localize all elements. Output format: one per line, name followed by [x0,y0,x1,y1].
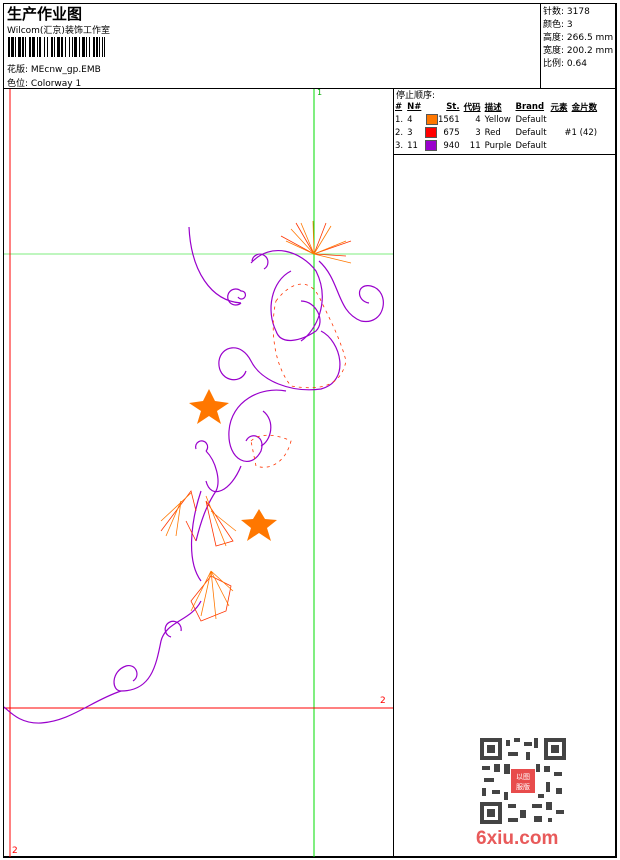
row-stitches: 1561 [437,115,460,125]
table-row: 3. 11 940 11 Purple Default [393,139,599,152]
info-width: 宽度: 200.2 mm [543,45,614,58]
info-scale: 比例: 0.64 [543,58,614,71]
row-code: 4 [475,114,481,125]
green-guide-label: 1 [317,88,323,97]
info-label: 宽度: [543,46,565,56]
col-sequins: 金片数 [571,102,598,113]
info-value: 3 [566,20,573,30]
col-description: 描述 [484,102,502,113]
col-code: 代码 [463,102,481,113]
barcode-bar [105,37,106,57]
watermark-text: 6xiu.com [476,828,559,849]
row-description: Purple [484,140,512,151]
col-element: 元素 [550,102,568,113]
qr-code: 以图 服版 [480,738,566,827]
design-info: 针数: 3178 颜色: 3 高度: 266.5 mm 宽度: 200.2 mm… [540,3,617,89]
design-value: MEcnw_gp.EMB [30,65,101,75]
table-row: 1. 4 1561 4 Yellow Default [393,113,599,126]
info-label: 针数: [543,7,565,17]
info-label: 颜色: [543,20,565,30]
info-height: 高度: 266.5 mm [543,32,614,45]
row-brand: Default [515,127,547,138]
row-needle: 3 [407,127,413,138]
stop-sequence-table: # N# St. 代码 描述 Brand 元素 金片数 1. 4 1561 4 … [393,100,599,152]
col-needle: N# [407,101,422,112]
col-stitches: St. [446,101,460,112]
red-guide-label-bottom: 2 [12,846,18,856]
info-value: 200.2 mm [566,46,614,56]
row-needle: 11 [407,140,418,151]
col-brand: Brand [515,101,545,112]
color-swatch [425,127,438,138]
info-value: 266.5 mm [566,33,614,43]
row-description: Yellow [484,114,511,125]
company-name: Wilcom(汇京)装饰工作室 [7,26,110,36]
row-element [549,113,600,126]
col-index: # [395,101,403,112]
embroidery-preview [4,89,393,857]
color-swatch [425,114,438,125]
row-index: 1. [395,114,404,125]
info-label: 比例: [543,59,565,69]
row-index: 3. [395,140,404,151]
color-swatch [425,140,438,151]
page-title: 生产作业图 [7,5,83,23]
row-code: 11 [469,140,481,151]
row-stitches: 940 [443,141,460,151]
svg-text:以图: 以图 [516,773,530,781]
svg-text:服版: 服版 [516,782,530,791]
info-label: 高度: [543,33,565,43]
row-code: 3 [475,127,481,138]
row-brand: Default [515,114,547,125]
info-stitches: 针数: 3178 [543,6,614,19]
info-value: 3178 [566,7,590,17]
red-guide-label-right: 2 [380,696,386,706]
table-divider [393,154,617,155]
design-label: 花版: [7,65,29,75]
row-description: Red [484,127,501,138]
red-stitch-fills [160,222,352,622]
row-stitches: 675 [443,128,460,138]
design-file: 花版: MEcnw_gp.EMB [7,62,101,75]
barcode [8,37,106,57]
row-needle: 4 [407,114,413,125]
row-element: #1 (42) [564,127,598,138]
purple-vines [4,226,384,724]
info-value: 0.64 [566,59,587,69]
info-colors: 颜色: 3 [543,19,614,32]
table-row: 2. 3 675 3 Red Default #1 (42) [393,126,599,139]
design-canvas [3,88,394,858]
row-element [549,139,600,152]
row-brand: Default [515,140,547,151]
row-index: 2. [395,127,404,138]
table-header: # N# St. 代码 描述 Brand 元素 金片数 [393,100,599,113]
orange-fan-stitches [160,220,352,620]
